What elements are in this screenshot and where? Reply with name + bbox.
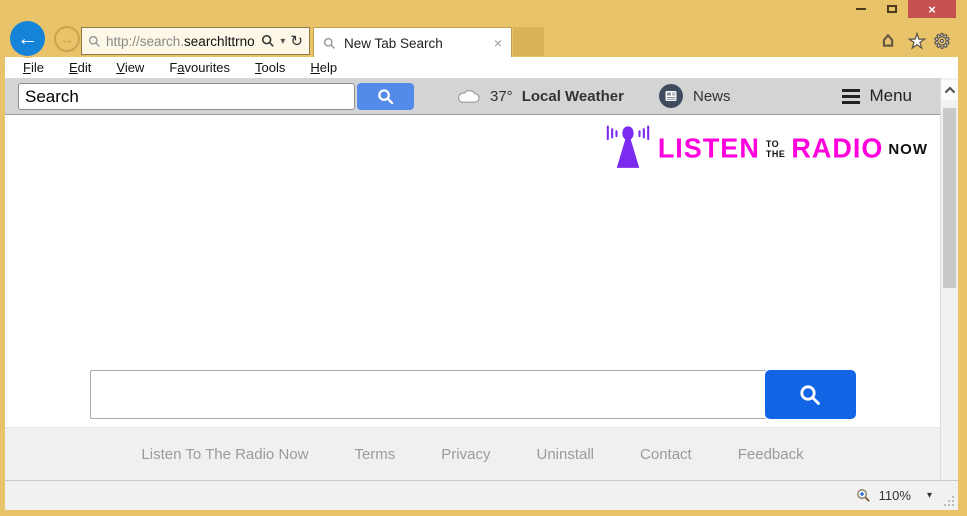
refresh-icon[interactable]: ↻ [290, 32, 303, 50]
back-arrow-icon: ← [17, 27, 38, 51]
main-search-input[interactable] [90, 370, 766, 419]
url-prefix: http://search. [106, 34, 184, 49]
news-icon [658, 83, 684, 109]
search-icon [798, 383, 822, 407]
browser-window: × ← → http://search.searchlttrno... ▾ ↻ … [0, 0, 967, 516]
settings-gear-icon[interactable]: ⚙ [933, 29, 951, 54]
logo-word-now: NOW [888, 141, 928, 158]
forward-arrow-icon: → [60, 31, 75, 48]
tab-close-icon[interactable]: × [494, 35, 502, 51]
close-icon: × [928, 2, 936, 17]
tab-favicon-search-icon [323, 37, 336, 50]
hamburger-icon [842, 89, 860, 104]
menu-label: Menu [869, 86, 912, 106]
logo-word-listen: LISTEN [658, 132, 760, 164]
maximize-button[interactable] [877, 0, 906, 18]
maximize-icon [887, 5, 897, 13]
news-label: News [693, 88, 731, 105]
search-icon [377, 88, 394, 105]
status-bar: 110% ▾ [5, 480, 958, 510]
zoom-control[interactable]: 110% ▾ [856, 481, 932, 510]
address-search-icon[interactable] [261, 34, 275, 48]
menu-help[interactable]: Help [310, 60, 337, 75]
toolbar-search-button[interactable] [357, 83, 414, 110]
footer-link-listen-to-the-radio-now[interactable]: Listen To The Radio Now [141, 446, 308, 463]
footer-link-uninstall[interactable]: Uninstall [536, 446, 594, 463]
back-button[interactable]: ← [10, 21, 45, 56]
footer-link-contact[interactable]: Contact [640, 446, 692, 463]
resize-grip[interactable] [943, 495, 955, 507]
extension-toolbar: 37° Local Weather News Menu [5, 78, 940, 115]
address-dropdown-icon[interactable]: ▾ [280, 36, 285, 47]
footer-link-privacy[interactable]: Privacy [441, 446, 490, 463]
search-icon [88, 35, 101, 48]
main-search-button[interactable] [765, 370, 856, 419]
chevron-up-icon [944, 86, 956, 94]
minimize-button[interactable] [846, 0, 875, 18]
vertical-scrollbar[interactable] [940, 78, 958, 480]
new-tab-button[interactable] [513, 27, 544, 56]
logo-word-radio: RADIO [791, 132, 883, 164]
weather-label: Local Weather [522, 88, 624, 105]
close-button[interactable]: × [908, 0, 956, 18]
toolbar-search-input[interactable] [18, 83, 355, 110]
footer-links: Listen To The Radio Now Terms Privacy Un… [5, 427, 940, 480]
scroll-up-button[interactable] [941, 80, 958, 100]
zoom-level: 110% [879, 488, 911, 503]
local-weather-widget[interactable]: 37° Local Weather [455, 78, 624, 114]
forward-button[interactable]: → [54, 26, 80, 52]
menu-view[interactable]: View [116, 60, 144, 75]
cloud-icon [455, 89, 481, 104]
logo-word-to-the: TO THE [766, 140, 786, 159]
menu-bar: File Edit View Favourites Tools Help [5, 57, 958, 78]
zoom-dropdown-icon[interactable]: ▾ [927, 490, 932, 501]
toolbar-menu-button[interactable]: Menu [842, 78, 912, 114]
menu-tools[interactable]: Tools [255, 60, 285, 75]
news-widget[interactable]: News [658, 78, 731, 114]
home-icon[interactable]: ⌂ [882, 29, 894, 52]
favorites-star-icon[interactable]: ★ [908, 29, 926, 54]
footer-link-feedback[interactable]: Feedback [738, 446, 804, 463]
minimize-icon [856, 8, 866, 10]
url-host: searchlttrno... [184, 34, 256, 49]
url-text[interactable]: http://search.searchlttrno... [106, 34, 256, 49]
tab-new-tab-search[interactable]: New Tab Search × [313, 27, 512, 58]
site-logo: LISTEN TO THE RADIO NOW [602, 122, 928, 174]
tab-title: New Tab Search [344, 36, 486, 51]
menu-file[interactable]: File [23, 60, 44, 75]
weather-temperature: 37° [490, 88, 513, 105]
address-bar[interactable]: http://search.searchlttrno... ▾ ↻ [81, 27, 310, 55]
page-content: LISTEN TO THE RADIO NOW [5, 115, 940, 427]
radio-tower-icon [602, 122, 654, 174]
menu-edit[interactable]: Edit [69, 60, 91, 75]
zoom-in-icon [856, 488, 871, 503]
menu-favourites[interactable]: Favourites [169, 60, 230, 75]
main-search-form [90, 370, 856, 419]
scrollbar-thumb[interactable] [943, 108, 956, 288]
footer-link-terms[interactable]: Terms [354, 446, 395, 463]
